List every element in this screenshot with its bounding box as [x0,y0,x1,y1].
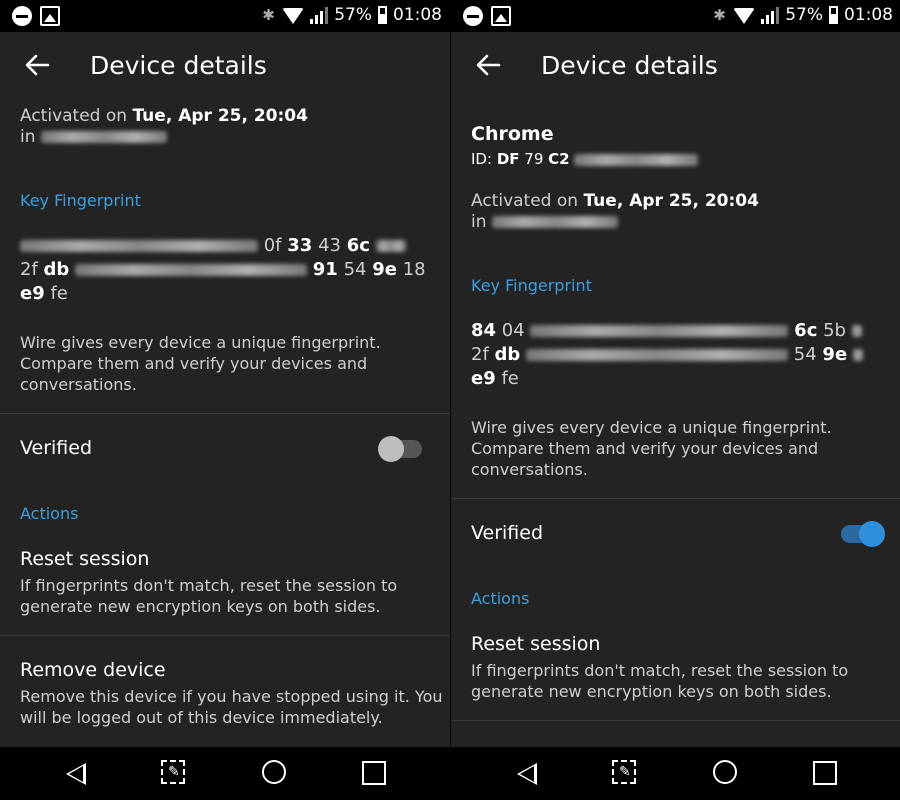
verified-toggle[interactable] [378,436,422,462]
divider [0,635,450,636]
reset-session-desc: If fingerprints don't match, reset the s… [20,576,398,616]
nav-back-icon[interactable] [517,763,537,785]
signal-icon [761,6,780,24]
activated-prefix: Activated on [20,106,128,126]
redacted-id [574,153,699,166]
page-title: Device details [90,51,267,80]
image-notification-icon [491,6,511,26]
toggle-knob [378,436,404,462]
activated-line: Activated on Tue, Apr 25, 20:04 [471,191,759,211]
fingerprint-line-1: 84 04 6c 5b [471,320,862,341]
redacted-fingerprint [375,240,406,252]
device-name: Chrome [471,123,554,145]
clock: 01:08 [844,5,893,25]
device-id: ID: DF 79 C2 [471,150,699,168]
page-title: Device details [541,51,718,80]
location-line: in [20,127,167,147]
divider [451,720,900,721]
remove-device-desc: Remove this device if you have stopped u… [20,687,443,727]
status-bar: ✱ 57% 01:08 [0,0,450,32]
nav-home-icon[interactable] [713,760,737,784]
back-arrow-icon[interactable] [22,50,52,80]
divider [0,413,450,414]
battery-percent: 57% [785,5,823,25]
battery-icon [378,6,387,24]
status-bar: ✱ 57% 01:08 [451,0,900,32]
nav-home-icon[interactable] [262,760,286,784]
fingerprint-line-1: 0f 33 43 6c [20,235,406,256]
right-screen: ✱ 57% 01:08 Device details Chrome ID: DF… [451,0,900,800]
nav-bar: ✎ [0,747,450,800]
location-line: in [471,212,618,232]
redacted-fingerprint [851,325,862,337]
fingerprint-line-2: 2f db 54 9e [471,344,863,365]
reset-session-desc: If fingerprints don't match, reset the s… [471,661,849,701]
toggle-knob [859,521,885,547]
screenshot-edit-icon[interactable]: ✎ [161,760,185,784]
app-bar: Device details [451,32,900,102]
fingerprint-info: Wire gives every device a unique fingerp… [20,333,381,394]
reset-session-button[interactable]: Reset session [20,548,149,570]
section-key-fingerprint: Key Fingerprint [20,191,141,210]
in-label: in [20,127,36,147]
activated-prefix: Activated on [471,191,579,211]
signal-icon [310,6,329,24]
wifi-icon [733,8,756,24]
fingerprint-line-3: e9 fe [471,368,519,389]
fingerprint-info: Wire gives every device a unique fingerp… [471,418,832,479]
do-not-disturb-icon [12,6,32,26]
nav-recents-icon[interactable] [813,761,837,785]
redacted-fingerprint [530,325,789,337]
divider [451,498,900,499]
section-key-fingerprint: Key Fingerprint [471,276,592,295]
in-label: in [471,212,487,232]
redacted-fingerprint [20,240,258,252]
redacted-fingerprint [852,349,863,361]
verified-toggle[interactable] [841,521,885,547]
bluetooth-icon: ✱ [713,6,726,24]
nav-back-icon[interactable] [66,763,86,785]
activated-line: Activated on Tue, Apr 25, 20:04 [20,106,308,126]
back-arrow-icon[interactable] [473,50,503,80]
reset-session-button[interactable]: Reset session [471,633,600,655]
left-screen: ✱ 57% 01:08 Device details Activated on … [0,0,450,800]
bluetooth-icon: ✱ [262,6,275,24]
redacted-fingerprint [75,264,308,276]
redacted-location [40,131,167,143]
image-notification-icon [40,6,60,26]
battery-icon [829,6,838,24]
screenshot-edit-icon[interactable]: ✎ [612,760,636,784]
verified-label: Verified [471,522,544,544]
remove-device-button[interactable]: Remove device [20,659,166,681]
clock: 01:08 [393,5,442,25]
nav-recents-icon[interactable] [362,761,386,785]
activated-date: Tue, Apr 25, 20:04 [583,191,759,211]
redacted-location [491,216,618,228]
section-actions: Actions [471,589,530,608]
activated-date: Tue, Apr 25, 20:04 [132,106,308,126]
fingerprint-line-3: e9 fe [20,283,68,304]
fingerprint-line-2: 2f db 91 54 9e 18 [20,259,426,280]
section-actions: Actions [20,504,79,523]
do-not-disturb-icon [463,6,483,26]
battery-percent: 57% [334,5,372,25]
wifi-icon [282,8,305,24]
app-bar: Device details [0,32,450,102]
redacted-fingerprint [526,349,789,361]
verified-label: Verified [20,437,93,459]
nav-bar: ✎ [451,747,900,800]
